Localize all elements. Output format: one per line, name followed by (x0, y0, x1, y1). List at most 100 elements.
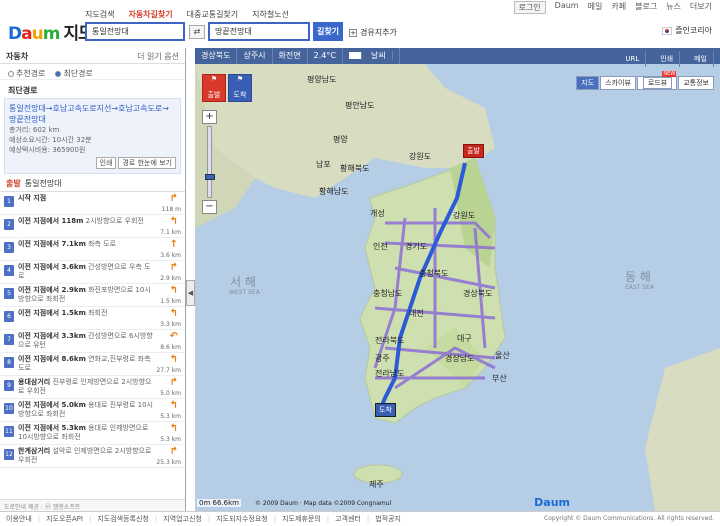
map-label: 울산 (495, 351, 510, 360)
location-town[interactable]: 화전면 (273, 48, 308, 64)
region-link[interactable]: 즐인코리아 (662, 25, 712, 36)
best-route-title: 최단경로 (8, 86, 38, 95)
start-btn-label: 출발 (207, 91, 221, 99)
map-scale: 0m 66.6km (197, 499, 241, 507)
route-button[interactable]: 길찾기 (313, 22, 343, 41)
location-city[interactable]: 상주시 (237, 48, 273, 64)
footer-link[interactable]: 지도검색등록신청 (97, 514, 149, 524)
route-step[interactable]: 12 한계삼거리 설악로 인제방면으로 2시방향으로 우회전 ↱ 25.3 km (0, 445, 185, 468)
map-label: 전라북도 (375, 336, 405, 345)
route-step[interactable]: 10 이전 지점에서 5.0km 용대로 진부령로 10시방향으로 좌회전 ↰ 5.3… (0, 399, 185, 422)
route-step[interactable]: 1 시작 지점 ↱ 118 m (0, 192, 185, 215)
footer-link[interactable]: 이용안내 (6, 514, 32, 524)
route-step[interactable]: 2 이전 지점에서 118m 2시방향으로 우회전 ↰ 7.1 km (0, 215, 185, 238)
route-step[interactable]: 5 이전 지점에서 2.9km 화진포방면으로 10시방향으로 좌회전 ↰ 1.5 k… (0, 284, 185, 307)
nav-subway[interactable]: 지하철노선 (252, 9, 289, 20)
route-step[interactable]: 11 이전 지점에서 5.3km 용대로 인제방면으로 10시방향으로 좌회전 ↰ 5… (0, 422, 185, 445)
zoom-handle[interactable] (205, 174, 215, 180)
end-marker[interactable]: 도착 (375, 403, 396, 417)
option-link[interactable]: 더 읽기 옵션 (137, 51, 179, 62)
route-step[interactable]: 9 용대삼거리 진부령로 인제방면으로 2시방향으로 우회전 ↱ 5.0 km (0, 376, 185, 399)
map-label: 평양남도 (307, 75, 337, 84)
map-label: 인천 (373, 242, 388, 251)
map-label: 경기도 (405, 242, 428, 251)
step-distance: 3.6 km (160, 252, 181, 259)
footer: 이용안내 | 지도오픈API | 지도검색등록신청 | 지역업고신청 | 지도되지수정요… (0, 511, 720, 526)
map-label: 제주 (369, 480, 384, 489)
util-more[interactable]: 더보기 (690, 1, 712, 14)
map-type-tabs: 지도 스카이뷰 로드뷰 NEW 교통정보 (575, 71, 714, 90)
footer-link[interactable]: 고객센터 (335, 514, 361, 524)
step-desc: 좌회전 (88, 309, 108, 317)
footer-copyright: Copyright © Daum Communications. All rig… (544, 515, 714, 522)
footer-divider: | (154, 515, 158, 523)
step-list: 1 시작 지점 ↱ 118 m 2 이전 지점에서 118m 2시방향으로 우회전 ↰ 7.… (0, 192, 185, 468)
checkbox-icon (348, 52, 362, 59)
map-area[interactable]: 경상북도 상주시 화전면 2.4°C 날씨 URL 인쇄 메일 ⚑ 출발 ⚑ 도착 … (195, 48, 720, 511)
tab-roadview[interactable]: 로드뷰 NEW (636, 71, 678, 90)
weather-label: 날씨 (364, 51, 393, 60)
radio-recommended[interactable]: 추천경로 (8, 68, 45, 78)
daum-map-logo[interactable]: Daum 지도 (8, 19, 94, 44)
zoom-out-button[interactable]: − (202, 200, 217, 214)
tab-map[interactable]: 지도 (576, 76, 600, 90)
step-distance: 118 m (161, 206, 181, 213)
map-label: 강원도 (409, 152, 432, 161)
login-button[interactable]: 로그인 (513, 1, 546, 14)
step-title: 한계삼거리 (18, 447, 51, 455)
tab-skyview[interactable]: 스카이뷰 (600, 76, 636, 90)
zoom-slider[interactable] (207, 126, 212, 198)
turn-arrow-icon: ↰ (169, 354, 178, 365)
radio-shortest[interactable]: 최단경로 (55, 68, 93, 78)
weather-toggle[interactable]: 날씨 (343, 48, 400, 64)
util-mail[interactable]: 메일 (588, 1, 603, 14)
tab-traffic[interactable]: 교통정보 (678, 76, 714, 90)
add-waypoint-button[interactable]: + 경유지추가 (349, 27, 397, 38)
mail-button[interactable]: 메일 (688, 51, 714, 67)
print-map-button[interactable]: 인쇄 (654, 51, 681, 67)
footer-divider: | (88, 515, 92, 523)
nav-car-route[interactable]: 자동차길찾기 (128, 9, 172, 20)
plus-icon: + (349, 29, 357, 37)
overview-button[interactable]: 경로 한눈에 보기 (118, 157, 176, 169)
footer-link[interactable]: 지역업고신청 (163, 514, 202, 524)
footer-link[interactable]: 지도제휴문의 (282, 514, 321, 524)
print-button[interactable]: 인쇄 (95, 157, 117, 169)
footer-link[interactable]: 지도되지수정요청 (216, 514, 268, 524)
start-marker[interactable]: 출발 (463, 144, 484, 158)
location-province[interactable]: 경상북도 (195, 48, 238, 64)
footer-link[interactable]: 법적공지 (375, 514, 401, 524)
turn-arrow-icon: ↰ (169, 285, 178, 296)
util-news[interactable]: 뉴스 (666, 1, 681, 14)
radio-icon (8, 70, 14, 77)
logo-letter: m (42, 24, 61, 44)
end-point-button[interactable]: ⚑ 도착 (228, 74, 252, 102)
to-input[interactable]: 땅끝전망대 (208, 22, 310, 41)
route-step[interactable]: 3 이전 지점에서 7.1km 좌측 도로 ↑ 3.6 km (0, 238, 185, 261)
route-path[interactable]: 통일전망대→호남고속도로지선→호남고속도로→땅끝전망대 (9, 103, 176, 125)
zoom-in-button[interactable]: + (202, 110, 217, 124)
step-title: 이전 지점에서 5.3km (18, 424, 86, 432)
util-blog[interactable]: 블로그 (635, 1, 657, 14)
route-step[interactable]: 6 이전 지점에서 1.5km 좌회전 ↰ 3.3 km (0, 307, 185, 330)
departure-row: 출발 통일전망대 (0, 174, 185, 192)
util-daum[interactable]: Daum (555, 1, 579, 14)
route-step[interactable]: 8 이전 지점에서 8.6km 연화교,진부령로 좌측 도로 ↰ 27.7 km (0, 353, 185, 376)
util-cafe[interactable]: 카페 (611, 1, 626, 14)
from-input[interactable]: 통일전망대 (85, 22, 185, 41)
swap-icon[interactable]: ⇄ (189, 25, 205, 39)
footer-link[interactable]: 지도오픈API (46, 514, 83, 524)
start-point-button[interactable]: ⚑ 출발 (202, 74, 226, 102)
sea-label: 서 해 (230, 275, 256, 289)
route-step[interactable]: 4 이전 지점에서 3.6km 간성방면으로 우측 도로 ↱ 2.9 km (0, 261, 185, 284)
map-label: 부산 (492, 374, 507, 383)
route-step[interactable]: 7 이전 지점에서 3.3km 간성방면으로 6시방향으로 유턴 ↶ 8.6 km (0, 330, 185, 353)
nav-transit-route[interactable]: 대중교통길찾기 (187, 9, 239, 20)
step-title: 이전 지점에서 8.6km (18, 355, 86, 363)
footer-divider: | (207, 515, 211, 523)
url-button[interactable]: URL (619, 51, 647, 67)
collapse-sidebar-button[interactable]: ◀ (186, 280, 195, 306)
map-label: 대구 (457, 334, 472, 343)
nav-map-search[interactable]: 지도검색 (85, 9, 114, 20)
sidebar: 자동차 더 읽기 옵션 추천경로 최단경로 최단경로 통일전망대→호남고속도로지선… (0, 48, 186, 511)
